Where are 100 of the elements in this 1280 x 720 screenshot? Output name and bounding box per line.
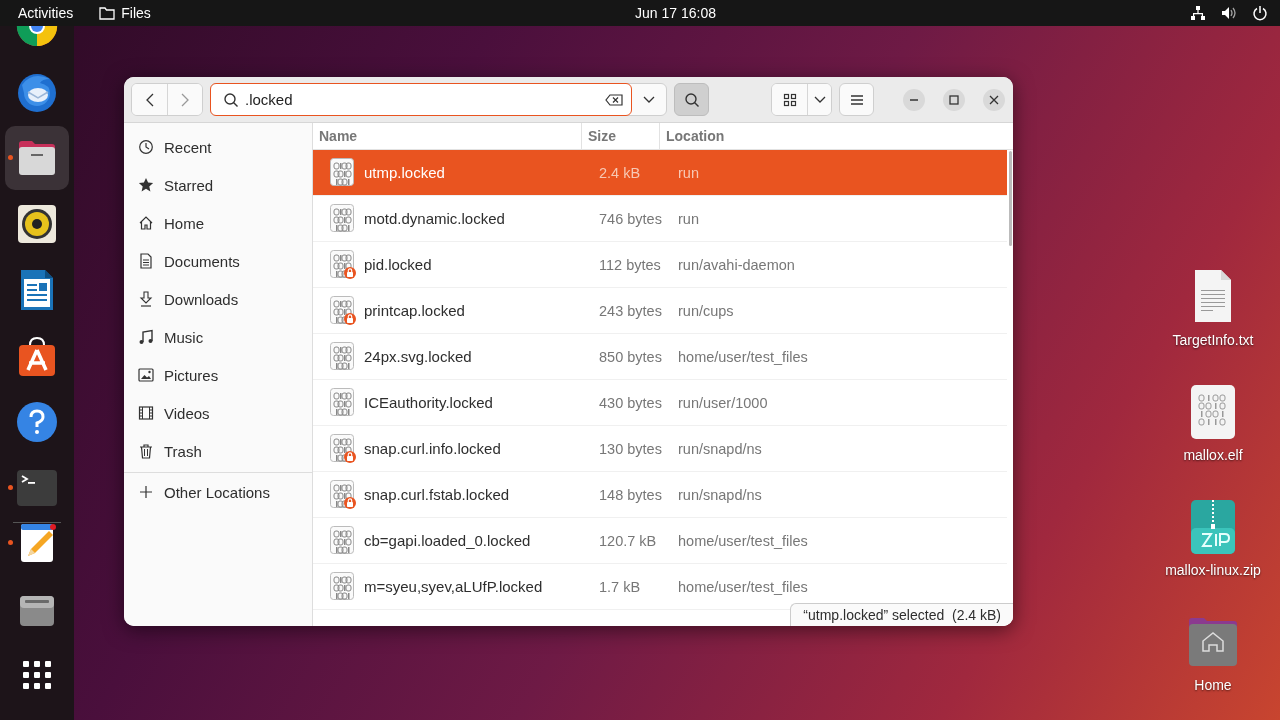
minimize-icon [909,98,919,101]
file-name: snap.curl.info.locked [364,440,501,457]
search-icon [683,91,700,108]
file-name: 24px.svg.locked [364,348,472,365]
app-menu[interactable]: Files [99,5,151,21]
sidebar-item[interactable]: Downloads [124,280,312,318]
help-icon [16,401,58,443]
chevron-right-icon [179,91,191,108]
trash-icon [138,443,154,459]
file-size: 430 bytes [598,393,663,413]
file-size: 148 bytes [598,485,663,505]
dock-item[interactable] [5,126,69,190]
network-icon[interactable] [1190,5,1206,21]
file-size: 746 bytes [598,209,663,229]
mail-icon [16,71,58,113]
file-location: run/cups [677,301,735,321]
menu-button[interactable] [839,83,874,116]
file-row[interactable]: printcap.locked 243 bytes run/cups [313,288,1007,334]
file-label[interactable]: mallox-linux.zip [1165,562,1261,578]
sidebar-item[interactable]: Documents [124,242,312,280]
file-location: run/snapd/ns [677,485,763,505]
file-location: run/user/1000 [677,393,769,413]
running-indicator [8,485,13,490]
file-row[interactable]: motd.dynamic.locked 746 bytes run [313,196,1007,242]
binary-file-icon [329,341,357,372]
column-header[interactable]: Size [582,123,660,149]
file-size: 112 bytes [598,255,662,275]
column-header[interactable]: Name [313,123,582,149]
status-overlay: “utmp.locked” selected (2.4 kB) [790,603,1013,626]
clock-icon [138,139,154,155]
clear-button[interactable] [605,93,623,106]
file-name: cb=gapi.loaded_0.locked [364,532,531,549]
file-location: home/user/test_files [677,347,809,367]
file-row[interactable]: ICEauthority.locked 430 bytes run/user/1000 [313,380,1007,426]
file-row[interactable]: snap.curl.info.locked 130 bytes run/snapd/ns [313,426,1007,472]
file-row[interactable]: utmp.locked 2.4 kB run [313,150,1007,196]
file-name: utmp.locked [364,164,445,181]
file-size: 243 bytes [598,301,663,321]
sidebar-item[interactable]: Pictures [124,356,312,394]
music-icon [138,329,154,345]
search-icon [223,91,239,108]
file-row[interactable]: pid.locked 112 bytes run/avahi-daemon [313,242,1007,288]
file-row[interactable]: 24px.svg.locked 850 bytes home/user/test_files [313,334,1007,380]
binary-file-icon [329,157,357,188]
file-size: 850 bytes [598,347,663,367]
menu-icon [849,93,864,106]
file-size: 2.4 kB [598,163,642,183]
sidebar-item[interactable]: Videos [124,394,312,432]
file-row[interactable]: snap.curl.fstab.locked 148 bytes run/snapd/ns [313,472,1007,518]
home-icon [138,215,154,231]
caret-icon [642,94,656,105]
close-button[interactable] [983,88,1005,111]
file-label[interactable]: TargetInfo.txt [1172,332,1254,348]
power-icon[interactable] [1252,5,1268,21]
activities-button[interactable]: Activities [0,5,84,21]
terminal-icon [16,467,58,509]
search-field[interactable]: .locked [210,83,632,116]
file-name: m=syeu,syev,aLUfP.locked [364,578,543,595]
file-location: home/user/test_files [677,531,809,551]
maximize-icon [949,94,959,105]
maximize-button[interactable] [943,88,965,111]
sidebar-item[interactable]: Recent [124,128,312,166]
file-size: 120.7 kB [598,531,658,551]
scrollbar[interactable] [1009,151,1012,246]
column-header[interactable]: Location [660,123,1013,149]
star-icon [138,177,154,193]
clock[interactable]: Jun 17 16:08 [635,5,716,21]
file-name: pid.locked [364,256,432,273]
shopping-bag-icon [16,335,58,377]
document-icon [138,253,154,269]
grid-icon [782,92,797,107]
volume-icon[interactable] [1220,5,1238,21]
file-location: run [677,209,700,229]
file-location: home/user/test_files [677,577,809,597]
sidebar-item[interactable]: Starred [124,166,312,204]
running-indicator [8,540,13,545]
file-row[interactable]: cb=gapi.loaded_0.locked 120.7 kB home/user/test_files [313,518,1007,564]
folder-icon [99,6,116,20]
file-label[interactable]: Home [1194,677,1232,693]
plus-icon [138,484,154,500]
picture-icon [138,367,154,383]
binary-file-icon [329,525,357,556]
download-icon [138,291,154,307]
binary-file-icon [329,571,357,602]
close-icon [989,94,999,105]
backspace-icon [605,93,623,106]
file-name: snap.curl.fstab.locked [364,486,510,503]
file-location: run/snapd/ns [677,439,763,459]
file-name: printcap.locked [364,302,465,319]
file-size: 130 bytes [598,439,663,459]
sidebar-item[interactable]: Other Locations [124,473,312,511]
caret-icon [812,94,827,105]
file-location: run [677,163,700,183]
sidebar-item[interactable]: Home [124,204,312,242]
minimize-button[interactable] [903,88,925,111]
search-button[interactable] [674,83,709,116]
sidebar-item[interactable]: Trash [124,432,312,470]
file-label[interactable]: mallox.elf [1183,447,1243,463]
file-name: ICEauthority.locked [364,394,493,411]
sidebar-item[interactable]: Music [124,318,312,356]
